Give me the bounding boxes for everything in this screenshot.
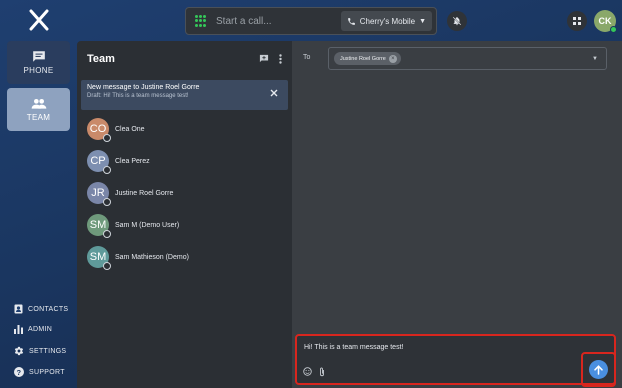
nav-support-label: SUPPORT [29,368,65,376]
contact-avatar: SM [87,214,111,238]
close-icon[interactable] [270,89,278,97]
new-chat-icon [259,54,269,63]
chevron-down-icon: ▼ [419,17,426,25]
notifications-muted-button[interactable] [447,11,467,31]
contact-avatar: JR [87,182,111,206]
carrier-label: Cherry's Mobile [359,16,416,26]
gear-icon [14,346,24,356]
presence-status-icon [103,134,111,142]
send-button[interactable] [589,360,608,379]
nav-phone[interactable]: PHONE [7,41,70,84]
recipient-field[interactable]: Justine Roel Gorre × ▼ [328,47,607,70]
dialpad-icon[interactable] [195,15,207,27]
new-message-button[interactable] [259,54,269,63]
carrier-select[interactable]: Cherry's Mobile ▼ [340,11,432,31]
team-title: Team [87,52,115,65]
nav-admin[interactable]: ADMIN [14,325,52,334]
contact-initials: SM [89,251,107,263]
apps-button[interactable] [567,11,587,31]
team-header: Team [77,41,292,76]
team-panel: Team New message to Justine Roel Gorre D… [77,41,292,388]
contact-name: Sam Mathieson (Demo) [115,253,189,261]
nav-team-label: TEAM [26,112,51,122]
nav-settings-label: SETTINGS [29,347,67,355]
kebab-menu-icon [279,53,282,64]
contact-initials: CO [89,123,107,135]
contact-avatar: SM [87,246,111,270]
contact-avatar: CO [87,118,111,142]
presence-status-icon [103,230,111,238]
paperclip-icon[interactable] [319,367,325,377]
more-options-button[interactable] [279,53,282,64]
nav-support[interactable]: ? SUPPORT [14,367,65,377]
phone-icon [347,17,355,25]
nav-phone-label: PHONE [23,66,54,75]
nav-team[interactable]: TEAM [7,88,70,131]
call-bar[interactable]: Start a call... Cherry's Mobile ▼ [185,7,437,35]
contact-name: Clea Perez [115,157,150,165]
nav-admin-label: ADMIN [28,326,53,333]
recipient-chip[interactable]: Justine Roel Gorre × [334,52,401,65]
nav-contacts[interactable]: CONTACTS [14,304,68,314]
svg-text:?: ? [17,368,22,377]
contact-item[interactable]: JR Justine Roel Gorre [87,181,174,206]
contact-item[interactable]: SM Sam Mathieson (Demo) [87,245,189,270]
nav-settings[interactable]: SETTINGS [14,346,66,356]
contact-initials: JR [91,187,105,199]
contact-name: Justine Roel Gorre [115,189,174,197]
chevron-down-icon[interactable]: ▼ [592,56,598,62]
presence-status-icon [103,262,111,270]
to-label: To [303,54,311,61]
help-icon: ? [14,367,24,377]
user-initials: CK [598,16,612,26]
bell-off-icon [452,16,462,26]
bar-chart-icon [14,325,23,334]
contact-item[interactable]: CP Clea Perez [87,149,150,174]
conversation-panel: To Justine Roel Gorre × ▼ Hi! This is a … [292,41,622,388]
presence-status-icon [103,166,111,174]
app-logo [29,9,49,31]
recipient-chip-label: Justine Roel Gorre [340,55,386,62]
call-input[interactable]: Start a call... [216,16,341,27]
nav-contacts-label: CONTACTS [28,305,69,313]
contacts-icon [14,304,23,314]
user-avatar[interactable]: CK [594,10,617,33]
contact-name: Sam M (Demo User) [115,221,180,229]
recipient-row: To Justine Roel Gorre × ▼ [292,41,622,76]
contact-name: Clea One [115,125,145,133]
message-icon [32,51,45,62]
contact-initials: CP [90,155,106,167]
draft-preview: Draft: Hi! This is a team message test! [87,93,189,99]
send-button-highlight [581,352,616,387]
message-composer[interactable]: Hi! This is a team message test! [295,334,616,385]
emoji-icon[interactable] [303,367,312,376]
contact-initials: SM [89,219,107,231]
arrow-up-icon [594,364,603,375]
contact-item[interactable]: CO Clea One [87,117,145,142]
draft-conversation-item[interactable]: New message to Justine Roel Gorre Draft:… [81,80,288,110]
status-dot [610,26,617,33]
remove-recipient-icon[interactable]: × [388,54,397,63]
presence-status-icon [103,198,111,206]
people-icon [31,98,46,109]
grid-icon [573,17,581,25]
contact-item[interactable]: SM Sam M (Demo User) [87,213,180,238]
draft-title: New message to Justine Roel Gorre [87,84,200,91]
message-input[interactable]: Hi! This is a team message test! [304,344,403,351]
contact-avatar: CP [87,150,111,174]
